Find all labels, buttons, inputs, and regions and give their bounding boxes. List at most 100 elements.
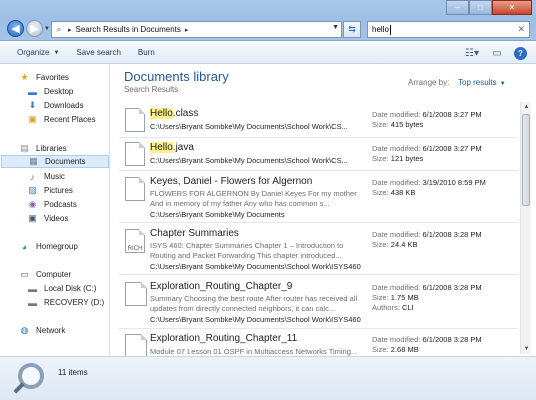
breadcrumb-search-results[interactable]: Search Results in Documents bbox=[76, 25, 181, 34]
clear-search-icon[interactable]: ✕ bbox=[517, 24, 525, 35]
nav-recovery[interactable]: ▬ RECOVERY (D:) bbox=[26, 296, 104, 309]
burn-button[interactable]: Burn bbox=[138, 48, 155, 57]
size-value: 2.68 MB bbox=[390, 345, 419, 354]
scroll-up-icon[interactable]: ▲ bbox=[521, 102, 532, 112]
result-name: Exploration_Routing_Chapter_11 bbox=[150, 333, 298, 344]
preview-pane-icon[interactable]: ▭ bbox=[489, 46, 505, 60]
search-input[interactable]: hello ✕ bbox=[367, 21, 530, 38]
result-meta: Date modified: 6/1/2008 3:27 PM Size: 415… bbox=[372, 110, 482, 130]
nav-network[interactable]: ◍ Network bbox=[18, 324, 66, 337]
nav-local-disk-label: Local Disk (C:) bbox=[44, 284, 97, 293]
back-button[interactable]: ◀ bbox=[7, 20, 24, 37]
nav-computer-label: Computer bbox=[36, 270, 72, 279]
list-item[interactable]: Exploration_Routing_Chapter_11 Module 07… bbox=[119, 329, 518, 359]
nav-homegroup[interactable]: ◕ Homegroup bbox=[18, 240, 78, 253]
result-snippet: Summary Choosing the best route After ro… bbox=[150, 294, 358, 313]
result-path: C:\Users\Bryant Sombke\My Documents\Scho… bbox=[150, 315, 361, 324]
videos-icon: ▣ bbox=[28, 213, 37, 223]
breadcrumb-arrow-icon[interactable]: ▸ bbox=[185, 26, 189, 34]
document-icon: RICH bbox=[125, 229, 145, 253]
save-search-button[interactable]: Save search bbox=[76, 48, 120, 57]
presentation-icon bbox=[125, 282, 147, 306]
result-name-highlight: Hello bbox=[150, 108, 173, 119]
result-snippet: ISYS 460: Chapter Summaries Chapter 1 – … bbox=[150, 241, 344, 260]
nav-documents[interactable]: ▦ Documents bbox=[1, 155, 109, 168]
result-path: C:\Users\Bryant Sombke\My Documents\Scho… bbox=[150, 262, 361, 271]
date-label: Date modified: bbox=[372, 335, 421, 344]
maximize-button[interactable]: □ bbox=[469, 0, 492, 15]
result-name: Hello.class bbox=[150, 108, 198, 119]
nav-pictures-label: Pictures bbox=[44, 186, 73, 195]
title-bar: – □ ✕ ◀ ▶ ▼ ⌕ ▸ Search Results in Docume… bbox=[0, 0, 536, 41]
nav-music[interactable]: ♪ Music bbox=[26, 170, 65, 183]
nav-computer[interactable]: ▭ Computer bbox=[18, 268, 71, 281]
scrollbar-thumb[interactable] bbox=[522, 114, 530, 206]
item-count: 11 items bbox=[58, 368, 88, 377]
address-dropdown-icon[interactable]: ▼ bbox=[332, 24, 339, 31]
list-item[interactable]: Hello.class C:\Users\Bryant Sombke\My Do… bbox=[119, 102, 518, 138]
refresh-button[interactable]: ⇆ bbox=[343, 21, 361, 38]
nav-recovery-label: RECOVERY (D:) bbox=[44, 298, 105, 307]
date-label: Date modified: bbox=[372, 144, 421, 153]
chevron-down-icon: ▼ bbox=[499, 81, 506, 87]
refresh-icon: ⇆ bbox=[348, 24, 356, 34]
result-path: C:\Users\Bryant Sombke\My Documents\Scho… bbox=[150, 156, 348, 165]
organize-label: Organize bbox=[17, 48, 50, 57]
nav-documents-label: Documents bbox=[45, 157, 86, 166]
nav-downloads[interactable]: ⬇ Downloads bbox=[26, 99, 84, 112]
result-name: Chapter Summaries bbox=[150, 228, 239, 239]
result-meta: Date modified: 6/1/2008 3:28 PM Size: 1.7… bbox=[372, 283, 482, 313]
window-controls: – □ ✕ bbox=[446, 0, 532, 16]
arrange-by-label: Arrange by: bbox=[408, 78, 450, 87]
size-label: Size: bbox=[372, 345, 389, 354]
forward-button[interactable]: ▶ bbox=[26, 20, 43, 37]
homegroup-icon: ◕ bbox=[21, 241, 28, 252]
date-value: 3/19/2010 8:59 PM bbox=[422, 178, 486, 187]
date-label: Date modified: bbox=[372, 283, 421, 292]
organize-button[interactable]: Organize ▼ bbox=[17, 48, 59, 57]
recent-pages-dropdown[interactable]: ▼ bbox=[44, 26, 50, 32]
size-value: 438 KB bbox=[390, 188, 416, 197]
recent-places-icon: ▣ bbox=[28, 114, 37, 124]
burn-label: Burn bbox=[137, 48, 155, 57]
authors-label: Authors: bbox=[372, 303, 400, 312]
nav-podcasts[interactable]: ◉ Podcasts bbox=[26, 198, 77, 211]
vertical-scrollbar[interactable]: ▲ ▼ bbox=[520, 102, 531, 354]
size-label: Size: bbox=[372, 120, 389, 129]
minimize-button[interactable]: – bbox=[446, 0, 469, 15]
content-pane: Documents library Search Results Arrange… bbox=[111, 64, 536, 359]
size-label: Size: bbox=[372, 240, 389, 249]
explorer-window: – □ ✕ ◀ ▶ ▼ ⌕ ▸ Search Results in Docume… bbox=[0, 0, 536, 400]
list-item[interactable]: Hello.java C:\Users\Bryant Sombke\My Doc… bbox=[119, 138, 518, 171]
pictures-icon: ▨ bbox=[28, 185, 37, 195]
size-label: Size: bbox=[372, 188, 389, 197]
result-meta: Date modified: 6/1/2008 3:27 PM Size: 121… bbox=[372, 144, 482, 164]
nav-favorites[interactable]: ★ Favorites bbox=[18, 71, 68, 84]
navigation-pane: ★ Favorites ▬ Desktop ⬇ Downloads ▣ Recent P… bbox=[0, 64, 110, 356]
result-path: C:\Users\Bryant Sombke\My Documents\Scho… bbox=[150, 122, 348, 131]
arrange-by-dropdown[interactable]: Top results ▼ bbox=[458, 78, 506, 87]
library-subtitle: Search Results bbox=[124, 85, 179, 94]
presentation-icon bbox=[125, 334, 147, 358]
desktop-icon: ▬ bbox=[28, 86, 37, 97]
list-item[interactable]: Keyes, Daniel - Flowers for Algernon FLO… bbox=[119, 171, 518, 223]
address-bar[interactable]: ⌕ ▸ Search Results in Documents ▸ ▼ bbox=[51, 21, 342, 38]
drive-icon: ▬ bbox=[28, 283, 37, 294]
nav-local-disk[interactable]: ▬ Local Disk (C:) bbox=[26, 282, 96, 295]
file-icon bbox=[125, 108, 145, 132]
nav-recent-places[interactable]: ▣ Recent Places bbox=[26, 113, 95, 126]
nav-videos[interactable]: ▣ Videos bbox=[26, 212, 68, 225]
list-item[interactable]: Exploration_Routing_Chapter_9 Summary Ch… bbox=[119, 275, 518, 329]
help-icon[interactable]: ? bbox=[514, 46, 527, 60]
nav-pictures[interactable]: ▨ Pictures bbox=[26, 184, 73, 197]
close-button[interactable]: ✕ bbox=[492, 0, 532, 15]
breadcrumb-separator-icon[interactable]: ▸ bbox=[68, 26, 72, 34]
drive-icon: ▬ bbox=[28, 297, 37, 308]
list-item[interactable]: RICH Chapter Summaries ISYS 460: Chapter… bbox=[119, 223, 518, 275]
scroll-down-icon[interactable]: ▼ bbox=[521, 344, 532, 354]
nav-libraries[interactable]: ▤ Libraries bbox=[18, 142, 66, 155]
date-value: 6/1/2008 3:28 PM bbox=[422, 283, 482, 292]
nav-desktop[interactable]: ▬ Desktop bbox=[26, 85, 73, 98]
change-view-icon[interactable]: ☷▾ bbox=[464, 46, 480, 60]
date-value: 6/1/2008 3:27 PM bbox=[422, 144, 482, 153]
